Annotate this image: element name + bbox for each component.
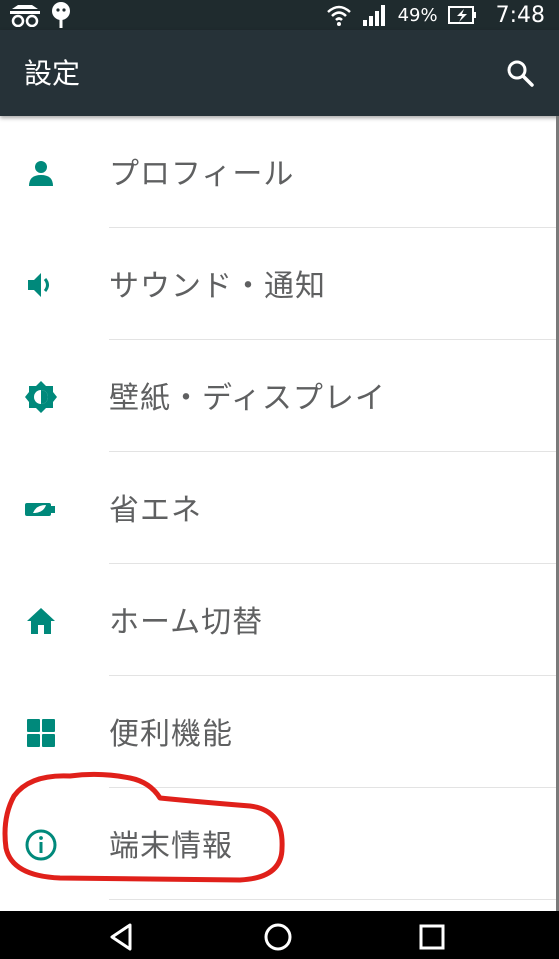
settings-item-label: プロフィール <box>109 157 295 192</box>
person-icon <box>29 161 53 186</box>
grid-icon <box>27 719 55 747</box>
battery-charging-icon <box>447 6 476 24</box>
settings-item-sound[interactable]: サウンド・通知 <box>0 228 559 340</box>
cat-icon <box>10 5 40 27</box>
settings-item-display[interactable]: 壁紙・ディスプレイ <box>0 340 559 452</box>
brightness-icon <box>25 381 57 413</box>
android-icon <box>52 2 70 28</box>
divider <box>109 899 559 900</box>
volume-icon <box>28 273 49 297</box>
recents-icon[interactable] <box>412 919 452 955</box>
wifi-icon <box>326 5 351 26</box>
settings-item-profile[interactable]: プロフィール <box>0 116 559 228</box>
search-icon[interactable] <box>505 58 535 88</box>
settings-item-label: 壁紙・ディスプレイ <box>109 381 386 416</box>
info-icon <box>25 829 57 861</box>
page-title: 設定 <box>24 57 81 90</box>
home-circle-icon[interactable] <box>258 919 298 955</box>
settings-item-home-switch[interactable]: ホーム切替 <box>0 564 559 676</box>
settings-item-label: 端末情報 <box>109 829 233 864</box>
home-icon <box>27 608 55 634</box>
clock: 7:48 <box>495 2 545 28</box>
settings-item-label: 省エネ <box>109 493 202 528</box>
settings-list: プロフィール サウンド・通知 壁紙・ディスプレイ 省エネ ホーム切替 便利機能 … <box>0 116 559 900</box>
battery-percent: 49% <box>397 4 438 26</box>
back-icon[interactable] <box>102 919 142 955</box>
signal-icon <box>362 5 385 26</box>
settings-item-label: 便利機能 <box>109 717 233 752</box>
settings-item-label: サウンド・通知 <box>109 269 326 304</box>
battery-leaf-icon <box>25 503 55 516</box>
settings-item-power-saving[interactable]: 省エネ <box>0 452 559 564</box>
status-bar: 49% 7:48 <box>0 0 559 30</box>
settings-item-device-info[interactable]: 端末情報 <box>0 788 559 900</box>
settings-item-convenience[interactable]: 便利機能 <box>0 676 559 788</box>
settings-item-label: ホーム切替 <box>109 605 264 640</box>
app-bar: 設定 <box>0 30 559 116</box>
navigation-bar <box>0 911 559 959</box>
